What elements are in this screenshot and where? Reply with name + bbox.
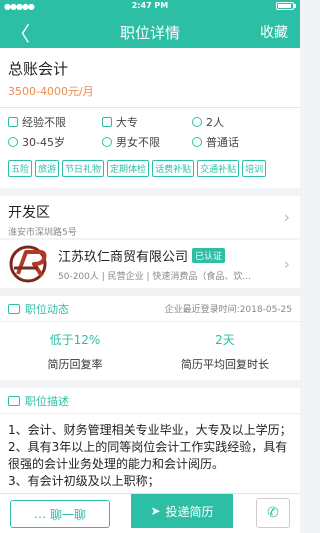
chat-label: 聊一聊	[49, 507, 86, 522]
section-title: 职位描述	[25, 394, 69, 408]
requirement-experience: 经验不限	[8, 114, 102, 130]
benefit-tags: 五险 旅游 节日礼物 定期体检 话费补贴 交通补贴 培训	[8, 160, 292, 177]
job-title: 总账会计	[8, 60, 69, 78]
requirement-age: 30-45岁	[8, 134, 102, 150]
requirement-language: 普通话	[192, 134, 286, 150]
benefit-tag: 五险	[8, 160, 33, 177]
phone-button[interactable]: ✆	[256, 498, 290, 528]
address-area: 开发区	[8, 205, 50, 221]
benefit-tag: 培训	[242, 160, 267, 177]
document-icon	[8, 395, 20, 406]
job-salary: 3500-4000元/月	[8, 85, 94, 98]
last-login: 企业最近登录时间:2018-05-25	[164, 305, 292, 315]
requirement-label: 普通话	[206, 136, 239, 149]
graduation-cap-icon	[102, 117, 112, 127]
benefit-tag: 节日礼物	[62, 160, 105, 177]
company-name: 江苏玖仁商贸有限公司	[58, 250, 189, 265]
divider	[0, 107, 300, 108]
company-info: 江苏玖仁商贸有限公司 已认证 50-200人 | 民营企业 | 快速消费品（食品…	[58, 246, 278, 282]
chat-bubble-icon: …	[33, 507, 46, 521]
stat-label: 简历平均回复时长	[181, 357, 269, 371]
chevron-right-icon: ›	[283, 207, 290, 227]
section-header: 职位动态 企业最近登录时间:2018-05-25	[0, 296, 300, 322]
status-time: 2:47 PM	[131, 1, 169, 10]
description-line: 2、具有3年以上的同等岗位会计工作实践经验，具有很强的会计业务处理的能力和会计阅…	[8, 440, 288, 471]
section-header: 职位描述	[0, 388, 300, 414]
benefit-tag: 定期体检	[107, 160, 150, 177]
clock-icon	[8, 137, 18, 147]
requirement-label: 经验不限	[22, 116, 66, 129]
chevron-right-icon: ›	[283, 254, 290, 274]
battery-icon	[276, 2, 294, 10]
description-line: 3、有会计初级及以上职称；	[8, 474, 160, 488]
company-name-line: 江苏玖仁商贸有限公司 已认证	[58, 246, 278, 265]
navbar: 〈 职位详情 收藏	[0, 12, 300, 48]
stat-reply-rate: 低于12% 简历回复率	[0, 331, 150, 372]
stat-value: 低于12%	[49, 332, 101, 347]
address-row[interactable]: 开发区 淮安市深圳路5号 ›	[0, 196, 300, 238]
job-summary: 总账会计 3500-4000元/月 经验不限 大专 2人 30-45岁 男女不限…	[0, 48, 300, 188]
description-line: 1、会计、财务管理相关专业毕业，大专及以上学历；	[8, 423, 292, 437]
benefit-tag: 旅游	[35, 160, 60, 177]
phone-icon: ✆	[267, 505, 279, 521]
status-bar: ●●●●● 2:47 PM	[0, 0, 300, 12]
requirement-label: 男女不限	[116, 136, 160, 149]
stats-row: 低于12% 简历回复率 2天 简历平均回复时长	[0, 322, 300, 380]
stat-reply-time: 2天 简历平均回复时长	[150, 331, 300, 372]
apply-label: 投递简历	[165, 504, 214, 519]
verified-badge: 已认证	[192, 248, 226, 263]
requirement-label: 2人	[206, 116, 224, 129]
requirement-gender: 男女不限	[102, 134, 192, 150]
address-street: 淮安市深圳路5号	[8, 228, 77, 238]
requirement-education: 大专	[102, 114, 192, 130]
bottom-action-bar: … 聊一聊 ➤ 投递简历 ✆	[0, 493, 300, 533]
globe-icon	[192, 137, 202, 147]
benefit-tag: 话费补贴	[152, 160, 195, 177]
page-title: 职位详情	[119, 24, 180, 42]
person-icon	[192, 117, 202, 127]
company-row[interactable]: 江苏玖仁商贸有限公司 已认证 50-200人 | 民营企业 | 快速消费品（食品…	[0, 240, 300, 288]
stat-label: 简历回复率	[47, 357, 103, 371]
requirements-grid: 经验不限 大专 2人 30-45岁 男女不限 普通话	[8, 114, 292, 150]
requirement-label: 大专	[116, 116, 138, 129]
briefcase-icon	[8, 117, 18, 127]
gender-icon	[102, 137, 112, 147]
benefit-tag: 交通补贴	[197, 160, 240, 177]
activity-icon	[8, 303, 20, 314]
chat-button[interactable]: … 聊一聊	[10, 500, 110, 528]
stat-value: 2天	[215, 332, 235, 347]
send-icon: ➤	[150, 504, 161, 518]
section-title: 职位动态	[25, 302, 69, 316]
collect-button[interactable]: 收藏	[260, 22, 288, 42]
battery-tip	[294, 4, 296, 8]
job-activity-section: 职位动态 企业最近登录时间:2018-05-25 低于12% 简历回复率 2天 …	[0, 296, 300, 380]
requirement-headcount: 2人	[192, 114, 286, 130]
apply-button[interactable]: ➤ 投递简历	[131, 494, 233, 528]
description-body: 1、会计、财务管理相关专业毕业，大专及以上学历； 2、具有3年以上的同等岗位会计…	[0, 414, 300, 498]
company-logo	[9, 245, 47, 283]
requirement-label: 30-45岁	[22, 136, 65, 149]
company-meta: 50-200人 | 民营企业 | 快速消费品（食品、饮...	[58, 272, 251, 282]
